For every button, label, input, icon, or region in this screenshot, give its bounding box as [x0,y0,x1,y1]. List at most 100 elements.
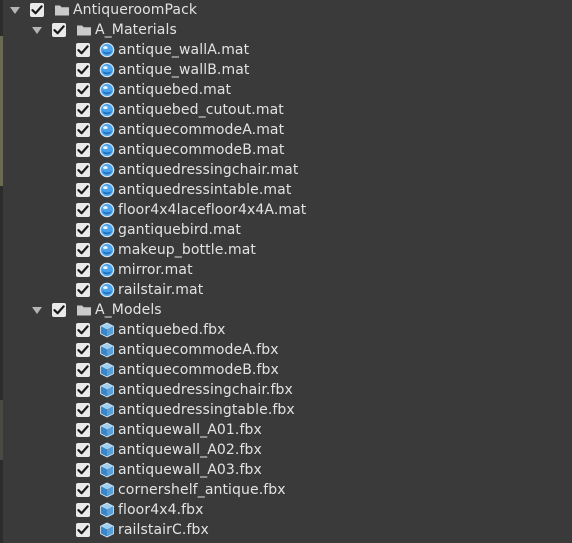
asset-label: antiquebed_cutout.mat [118,102,284,118]
asset-checkbox[interactable] [76,203,90,217]
asset-checkbox[interactable] [76,363,90,377]
model-cube-icon [99,522,115,538]
asset-checkbox[interactable] [76,403,90,417]
model-cube-icon [99,442,115,458]
asset-label: antiquecommodeB.mat [118,142,285,158]
asset-label: antiquecommodeA.mat [118,122,285,138]
asset-checkbox[interactable] [76,43,90,57]
tree-row-asset[interactable]: makeup_bottle.mat [0,240,572,260]
root-checkbox[interactable] [30,3,44,17]
folder-icon [76,22,92,38]
asset-checkbox[interactable] [76,443,90,457]
tree-row-asset[interactable]: antiquebed_cutout.mat [0,100,572,120]
tree-row-asset[interactable]: antiquedressingtable.fbx [0,400,572,420]
asset-checkbox[interactable] [76,463,90,477]
asset-label: makeup_bottle.mat [118,242,256,258]
materials-folder-checkbox[interactable] [52,23,66,37]
asset-label: mirror.mat [118,262,193,278]
asset-checkbox[interactable] [76,243,90,257]
tree-row-asset[interactable]: antiquewall_A03.fbx [0,460,572,480]
asset-label: antique_wallA.mat [118,42,250,58]
asset-checkbox[interactable] [76,223,90,237]
asset-checkbox[interactable] [76,263,90,277]
asset-checkbox[interactable] [76,323,90,337]
expand-arrow-icon[interactable] [10,7,20,14]
asset-checkbox[interactable] [76,143,90,157]
models-folder-checkbox[interactable] [52,303,66,317]
material-sphere-icon [99,182,115,198]
model-cube-icon [99,422,115,438]
asset-checkbox[interactable] [76,423,90,437]
tree-row-asset[interactable]: gantiquebird.mat [0,220,572,240]
material-sphere-icon [99,242,115,258]
expand-arrow-icon[interactable] [32,307,42,314]
asset-checkbox[interactable] [76,503,90,517]
asset-checkbox[interactable] [76,283,90,297]
tree-row-asset[interactable]: railstair.mat [0,280,572,300]
asset-checkbox[interactable] [76,83,90,97]
asset-checkbox[interactable] [76,63,90,77]
tree-row-models-folder[interactable]: A_Models [0,300,572,320]
asset-label: antiquedressingtable.fbx [118,402,295,418]
tree-row-asset[interactable]: antique_wallA.mat [0,40,572,60]
material-sphere-icon [99,82,115,98]
tree-row-asset[interactable]: mirror.mat [0,260,572,280]
tree-row-asset[interactable]: antiquecommodeB.mat [0,140,572,160]
tree-row-asset[interactable]: antiquecommodeA.fbx [0,340,572,360]
model-cube-icon [99,402,115,418]
material-sphere-icon [99,262,115,278]
asset-checkbox[interactable] [76,343,90,357]
model-cube-icon [99,502,115,518]
asset-label: antiquedressingchair.fbx [118,382,293,398]
materials-list: antique_wallA.mat antique_wallB.matantiqu… [0,40,572,300]
model-cube-icon [99,362,115,378]
tree-row-asset[interactable]: antiquewall_A01.fbx [0,420,572,440]
asset-checkbox[interactable] [76,523,90,537]
asset-tree: AntiqueroomPack A_Materials antique_wall… [0,0,572,540]
model-cube-icon [99,482,115,498]
tree-row-asset[interactable]: antique_wallB.mat [0,60,572,80]
tree-row-asset[interactable]: antiquewall_A02.fbx [0,440,572,460]
model-cube-icon [99,322,115,338]
material-sphere-icon [99,282,115,298]
material-sphere-icon [99,162,115,178]
tree-row-asset[interactable]: floor4x4lacefloor4x4A.mat [0,200,572,220]
asset-checkbox[interactable] [76,123,90,137]
asset-label: floor4x4.fbx [118,502,204,518]
tree-row-asset[interactable]: antiquebed.fbx [0,320,572,340]
material-sphere-icon [99,142,115,158]
material-sphere-icon [99,222,115,238]
asset-label: floor4x4lacefloor4x4A.mat [118,202,307,218]
asset-checkbox[interactable] [76,383,90,397]
tree-row-asset[interactable]: antiquedressingchair.mat [0,160,572,180]
tree-row-asset[interactable]: cornershelf_antique.fbx [0,480,572,500]
tree-row-asset[interactable]: railstairC.fbx [0,520,572,540]
models-folder-label: A_Models [95,302,162,318]
asset-label: antiquebed.mat [118,82,232,98]
asset-label: antiquebed.fbx [118,322,226,338]
tree-row-asset[interactable]: floor4x4.fbx [0,500,572,520]
asset-label: gantiquebird.mat [118,222,242,238]
asset-checkbox[interactable] [76,103,90,117]
expand-arrow-icon[interactable] [32,27,42,34]
asset-checkbox[interactable] [76,483,90,497]
tree-row-asset[interactable]: antiquecommodeA.mat [0,120,572,140]
asset-label: antiquewall_A02.fbx [118,442,262,458]
materials-folder-label: A_Materials [95,22,177,38]
model-cube-icon [99,462,115,478]
asset-checkbox[interactable] [76,163,90,177]
material-sphere-icon [99,122,115,138]
tree-row-asset[interactable]: antiquedressingchair.fbx [0,380,572,400]
asset-label: antiquedressintable.mat [118,182,292,198]
tree-row-materials-folder[interactable]: A_Materials [0,20,572,40]
asset-checkbox[interactable] [76,183,90,197]
model-cube-icon [99,342,115,358]
tree-row-asset[interactable]: antiquecommodeB.fbx [0,360,572,380]
tree-row-root[interactable]: AntiqueroomPack [0,0,572,20]
tree-row-asset[interactable]: antiquedressintable.mat [0,180,572,200]
model-cube-icon [99,382,115,398]
material-sphere-icon [99,202,115,218]
tree-row-asset[interactable]: antiquebed.mat [0,80,572,100]
material-sphere-icon [99,102,115,118]
asset-label: cornershelf_antique.fbx [118,482,286,498]
